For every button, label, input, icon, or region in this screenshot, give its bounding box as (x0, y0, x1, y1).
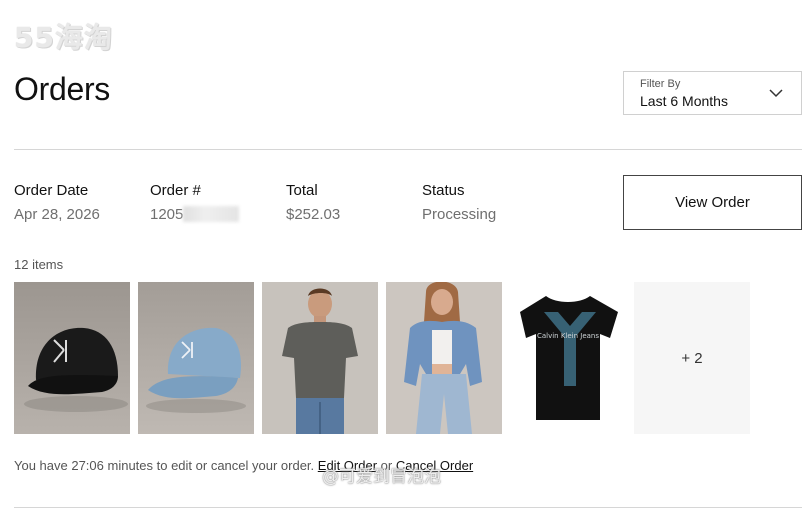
filter-value: Last 6 Months (640, 93, 728, 109)
order-total-header: Total (286, 182, 318, 199)
order-total-column: Total $252.03 (286, 182, 340, 223)
order-number-column: Order # 1205 (150, 182, 240, 223)
order-date-value: Apr 28, 2026 (14, 206, 100, 223)
notice-text: You have 27:06 minutes to edit or cancel… (14, 458, 315, 473)
redacted-blur (183, 206, 240, 222)
order-date-header: Order Date (14, 182, 89, 199)
product-thumbnail-black-cap[interactable] (14, 282, 130, 434)
order-status-value: Processing (422, 206, 497, 223)
items-count: 12 items (14, 257, 64, 272)
section-divider (14, 149, 802, 150)
product-thumbnail-blue-cap[interactable] (138, 282, 254, 434)
tshirt-print-text: Calvin Klein Jeans (537, 332, 599, 340)
more-items-label: + 2 (681, 349, 703, 367)
product-thumbnail-grey-tshirt[interactable] (262, 282, 378, 434)
edit-order-link[interactable]: Edit Order (318, 458, 377, 473)
more-items-tile[interactable]: + 2 (634, 282, 750, 434)
site-watermark: 55海淘 (14, 21, 113, 54)
order-total-value: $252.03 (286, 206, 341, 223)
page-title: Orders (14, 71, 110, 107)
edit-cancel-notice: You have 27:06 minutes to edit or cancel… (14, 458, 473, 473)
product-thumbnail-black-tshirt[interactable]: Calvin Klein Jeans (510, 282, 626, 434)
order-status-header: Status (422, 182, 465, 199)
denim-jacket-model-image (386, 282, 502, 434)
product-thumbnail-denim-jacket[interactable] (386, 282, 502, 434)
black-ck-tshirt-image: Calvin Klein Jeans (510, 282, 626, 434)
notice-or: or (380, 458, 393, 473)
order-date-column: Order Date Apr 28, 2026 (14, 182, 100, 223)
black-cap-image (14, 282, 130, 434)
filter-label: Filter By (640, 78, 681, 90)
view-order-button[interactable]: View Order (623, 175, 802, 230)
order-number-value: 1205 (150, 206, 184, 223)
bottom-divider (14, 507, 802, 508)
grey-tshirt-model-image (262, 282, 378, 434)
order-number-header: Order # (150, 182, 201, 199)
chevron-down-icon (769, 89, 783, 98)
filter-dropdown[interactable]: Filter By Last 6 Months (623, 71, 802, 115)
cancel-order-link[interactable]: Cancel Order (396, 458, 473, 473)
blue-cap-image (138, 282, 254, 434)
order-status-column: Status Processing (422, 182, 496, 223)
